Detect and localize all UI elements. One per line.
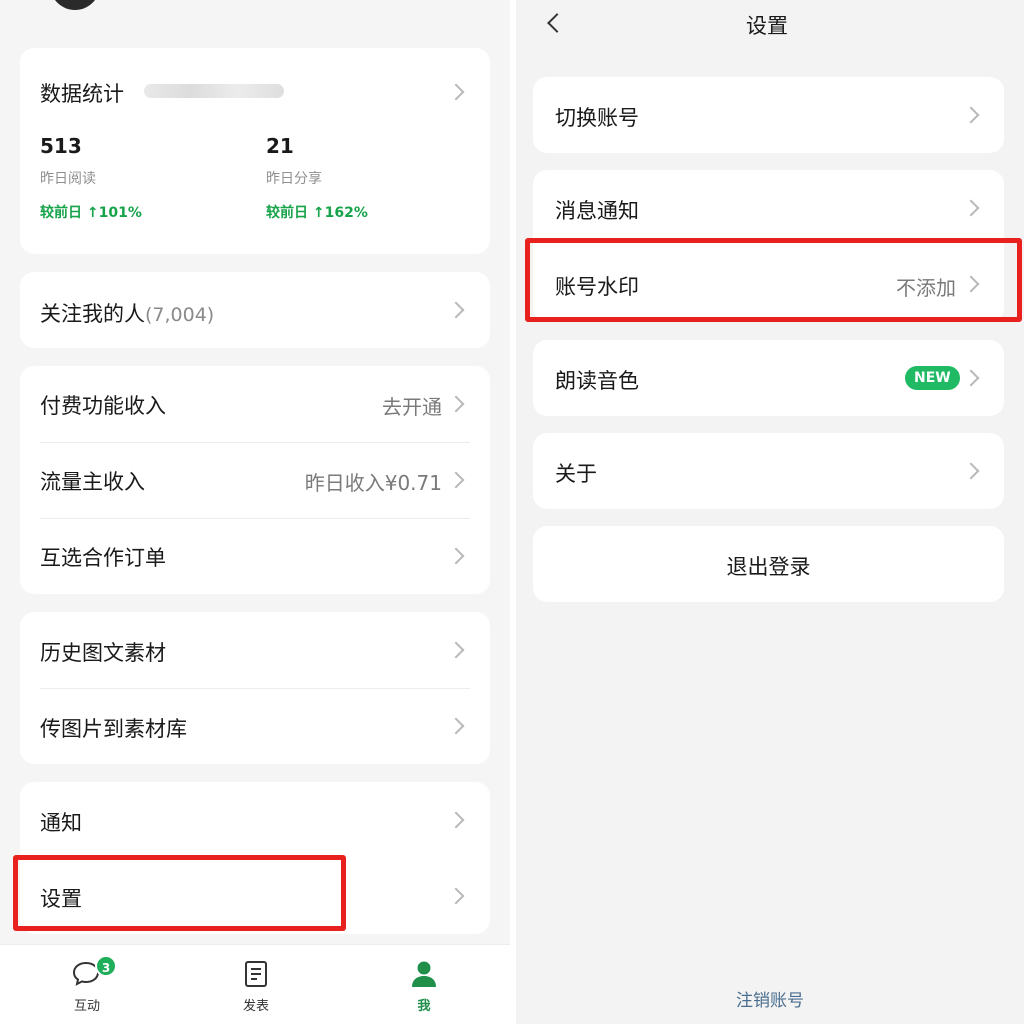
switch-account-row[interactable]: 切换账号 [533,77,1004,153]
blurred-account-name [144,84,284,98]
material-group: 历史图文素材 传图片到素材库 [20,612,490,764]
message-notification-label: 消息通知 [555,199,639,223]
chevron-right-icon [447,887,465,905]
paid-features-income-row[interactable]: 付费功能收入 去开通 [20,366,490,442]
upload-image-label: 传图片到素材库 [40,717,187,741]
chevron-right-icon [447,471,465,489]
message-notification-row[interactable]: 消息通知 [533,170,1004,246]
followers-row[interactable]: 关注我的人(7,004) [20,272,490,348]
avatar[interactable] [50,0,100,10]
traffic-owner-income-row[interactable]: 流量主收入 昨日收入¥0.71 [20,442,490,518]
back-arrow-icon[interactable] [547,13,567,33]
settings-page-panel: 设置 切换账号 消息通知 账号水印 不添加 朗读音色 NEW 关于 退出登录 注… [516,0,1024,1024]
chevron-right-icon [447,811,465,829]
panel-separator [510,0,516,1024]
mutual-selection-orders-label: 互选合作订单 [40,546,166,570]
me-page-panel: 数据统计 513 昨日阅读 较前日 ↑101% 21 昨日分享 较前日 ↑162… [0,0,510,1024]
chevron-right-icon [447,301,465,319]
tab-me-label: 我 [417,999,431,1014]
chevron-right-icon [447,395,465,413]
chevron-right-icon [447,717,465,735]
watermark-highlight-box [525,238,1022,322]
followers-count: (7,004) [145,304,215,326]
reading-voice-row[interactable]: 朗读音色 NEW [533,340,1004,416]
chevron-right-icon [962,106,980,124]
switch-account-label: 切换账号 [555,106,639,130]
income-group: 付费功能收入 去开通 流量主收入 昨日收入¥0.71 互选合作订单 [20,366,490,594]
mutual-selection-orders-row[interactable]: 互选合作订单 [20,518,490,594]
yesterday-reads-delta: 较前日 ↑101% [40,205,142,221]
history-materials-row[interactable]: 历史图文素材 [20,612,490,688]
about-row[interactable]: 关于 [533,433,1004,509]
yesterday-shares-value: 21 [266,134,294,158]
bottom-tab-bar: 3 互动 发表 我 [0,944,510,1024]
tab-me[interactable]: 我 [364,945,484,1024]
chevron-right-icon [962,462,980,480]
chevron-right-icon [447,641,465,659]
stats-title: 数据统计 [40,82,124,106]
new-badge: NEW [905,366,960,390]
logout-label: 退出登录 [726,555,811,579]
paid-features-income-value: 去开通 [382,395,442,419]
unread-badge: 3 [95,955,117,977]
yesterday-shares-delta: 较前日 ↑162% [266,205,368,221]
stats-card[interactable]: 数据统计 513 昨日阅读 较前日 ↑101% 21 昨日分享 较前日 ↑162… [20,48,490,254]
yesterday-reads-value: 513 [40,134,82,158]
tab-interaction[interactable]: 3 互动 [27,945,147,1024]
notifications-label: 通知 [40,811,82,835]
upload-image-row[interactable]: 传图片到素材库 [20,688,490,764]
history-materials-label: 历史图文素材 [40,641,166,665]
chevron-right-icon [447,547,465,565]
logout-button[interactable]: 退出登录 [533,526,1004,602]
notifications-row[interactable]: 通知 [20,782,490,858]
cancel-account-link[interactable]: 注销账号 [516,986,1024,1011]
traffic-owner-income-value: 昨日收入¥0.71 [304,471,442,495]
paid-features-income-label: 付费功能收入 [40,394,166,418]
document-icon [245,961,267,987]
chevron-right-icon [447,83,465,101]
yesterday-shares-label: 昨日分享 [266,171,322,187]
chevron-right-icon [962,199,980,217]
tab-interaction-label: 互动 [73,999,100,1014]
settings-highlight-box [13,855,346,931]
person-icon [412,961,436,987]
reading-voice-label: 朗读音色 [555,369,639,393]
tab-publish-label: 发表 [242,999,269,1014]
about-label: 关于 [555,462,597,486]
yesterday-reads-label: 昨日阅读 [40,171,96,187]
tab-publish[interactable]: 发表 [196,945,316,1024]
followers-label: 关注我的人 [40,302,145,326]
traffic-owner-income-label: 流量主收入 [40,470,145,494]
chevron-right-icon [962,369,980,387]
page-title: 设置 [746,14,788,38]
